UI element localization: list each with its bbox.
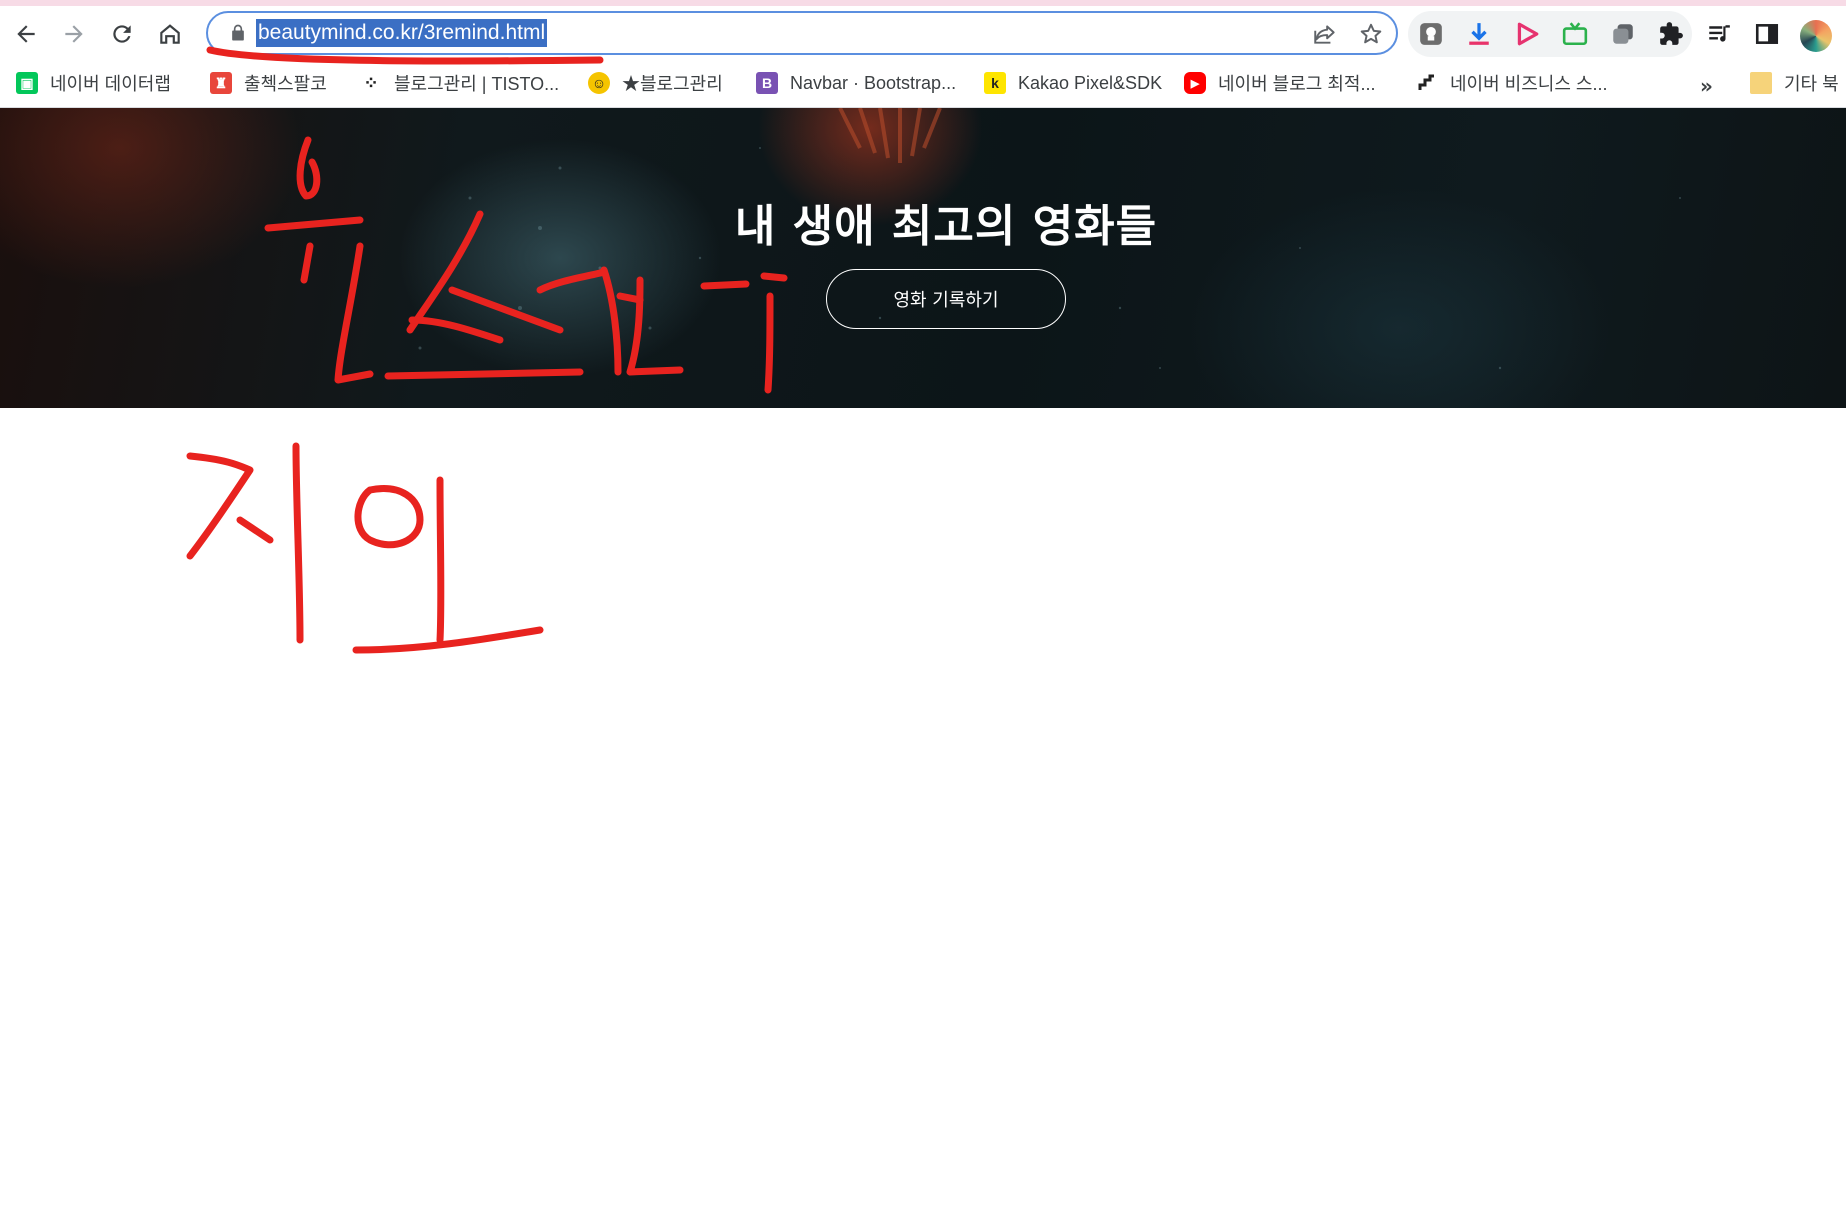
bookmark-label: 기타 북: [1784, 74, 1839, 94]
blog-face-icon: ☺: [588, 72, 610, 94]
back-button[interactable]: [8, 16, 44, 52]
reading-list-icon[interactable]: [1705, 20, 1733, 48]
back-arrow-icon: [17, 25, 35, 43]
tistory-icon: ⁘: [363, 72, 379, 93]
browser-toolbar: beautymind.co.kr/3remind.html: [0, 6, 1846, 60]
bookmark-naver-business[interactable]: 네이버 비즈니스 스...: [1416, 68, 1607, 98]
bookmark-kakao[interactable]: k Kakao Pixel&SDK: [984, 68, 1162, 98]
download-icon[interactable]: [1465, 20, 1493, 48]
puzzle-extensions-icon[interactable]: [1657, 20, 1685, 48]
bookmark-blog-admin[interactable]: ☺ ★블로그관리: [588, 68, 723, 98]
bookmarks-overflow-button[interactable]: »: [1700, 74, 1713, 98]
url-text[interactable]: beautymind.co.kr/3remind.html: [256, 19, 548, 47]
bookmark-label: 블로그관리 | TISTO...: [394, 74, 560, 94]
hero-banner: 내 생애 최고의 영화들 영화 기록하기: [0, 108, 1846, 408]
bookmark-label: 출첵스팔코: [244, 74, 327, 94]
profile-avatar[interactable]: [1800, 20, 1832, 52]
bootstrap-icon: B: [756, 72, 778, 94]
play-icon[interactable]: [1513, 20, 1541, 48]
hero-background-texture: [418, 108, 1681, 370]
bookmark-tistory[interactable]: ⁘ 블로그관리 | TISTO...: [360, 68, 559, 98]
bookmark-label: 네이버 블로그 최적...: [1218, 74, 1376, 94]
hero-title: 내 생애 최고의 영화들: [734, 201, 1158, 252]
stairs-icon: [1416, 72, 1438, 94]
share-icon[interactable]: [1312, 21, 1338, 47]
bookmark-label: Navbar · Bootstrap...: [790, 72, 957, 93]
reload-icon: [113, 25, 131, 43]
youtube-icon: ▶: [1184, 72, 1206, 94]
kakao-icon: k: [984, 72, 1006, 94]
extensions-group: [1408, 11, 1692, 57]
bookmark-label: Kakao Pixel&SDK: [1018, 72, 1163, 93]
spartan-icon: ♜: [210, 72, 232, 94]
bookmark-naver-blog[interactable]: ▶ 네이버 블로그 최적...: [1184, 68, 1375, 98]
bookmark-label: 네이버 데이터랩: [50, 74, 171, 94]
record-movie-button[interactable]: 영화 기록하기: [826, 269, 1066, 329]
bookmarks-bar: ▣ 네이버 데이터랩 ♜ 출첵스팔코 ⁘ 블로그관리 | TISTO... ☺ …: [0, 60, 1846, 108]
bookmark-label: 네이버 비즈니스 스...: [1450, 74, 1608, 94]
lock-icon[interactable]: [228, 23, 248, 43]
bookmark-naver-datalab[interactable]: ▣ 네이버 데이터랩: [16, 68, 171, 98]
other-bookmarks-folder[interactable]: 기타 북: [1750, 68, 1839, 98]
forward-button[interactable]: [56, 16, 92, 52]
naver-datalab-icon: ▣: [16, 72, 38, 94]
home-button[interactable]: [152, 16, 188, 52]
reload-button[interactable]: [104, 16, 140, 52]
forward-arrow-icon: [65, 25, 83, 43]
tv-icon[interactable]: [1561, 20, 1589, 48]
folder-icon: [1750, 72, 1772, 94]
extension-gray-icon[interactable]: [1417, 20, 1445, 48]
home-icon: [160, 24, 180, 44]
side-panel-icon[interactable]: [1753, 20, 1781, 48]
bookmark-star-icon[interactable]: [1358, 21, 1384, 47]
bookmark-bootstrap[interactable]: B Navbar · Bootstrap...: [756, 68, 956, 98]
bookmark-label: ★블로그관리: [622, 74, 723, 94]
tabs-copy-icon[interactable]: [1609, 20, 1637, 48]
address-bar[interactable]: beautymind.co.kr/3remind.html: [206, 11, 1398, 55]
bookmark-spartan[interactable]: ♜ 출첵스팔코: [210, 68, 327, 98]
